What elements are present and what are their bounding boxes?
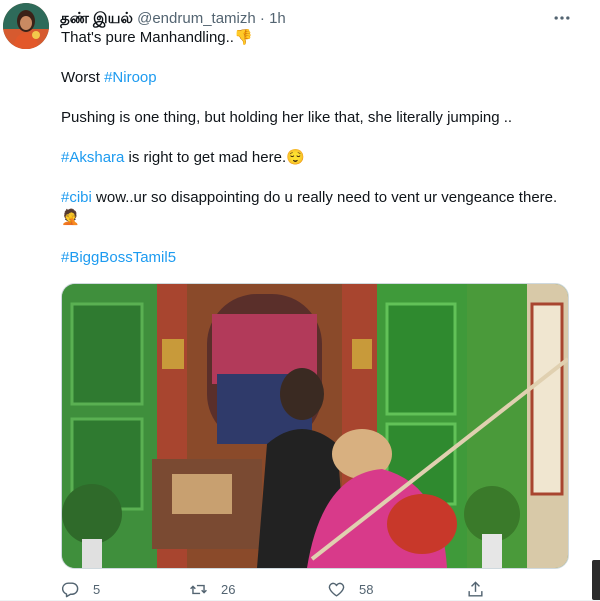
hashtag-niroop[interactable]: #Niroop — [104, 69, 157, 86]
action-bar: 5 26 58 — [61, 578, 581, 600]
text-mad: is right to get mad here. — [124, 149, 287, 166]
thumbs-down-emoji: 👎 — [233, 29, 253, 46]
text-line-1: That's pure Manhandling..👎 — [61, 28, 580, 48]
retweet-button[interactable]: 26 — [189, 578, 235, 600]
reply-button[interactable]: 5 — [61, 578, 100, 600]
text-line-5: #cibi wow..ur so disappointing do u real… — [61, 188, 580, 228]
hashtag-biggbosstamil5[interactable]: #BiggBossTamil5 — [61, 249, 176, 266]
more-icon[interactable] — [552, 8, 572, 28]
like-button[interactable]: 58 — [327, 578, 373, 600]
tweet-media[interactable] — [61, 283, 569, 569]
hashtag-cibi[interactable]: #cibi — [61, 189, 92, 206]
tweet-timestamp[interactable]: 1h — [269, 10, 286, 27]
text-pushing: Pushing is one thing, but holding her li… — [61, 109, 513, 126]
scrollbar[interactable] — [592, 560, 600, 600]
display-name[interactable]: தண் இயல் — [60, 10, 133, 27]
user-handle[interactable]: @endrum_tamizh — [137, 10, 256, 27]
share-icon — [468, 580, 483, 597]
text-disappointing: wow..ur so disappointing do u really nee… — [91, 189, 558, 206]
avatar[interactable] — [3, 3, 49, 49]
retweet-icon — [190, 584, 207, 594]
text-line-4: #Akshara is right to get mad here.😌 — [61, 148, 580, 168]
media-image — [62, 284, 568, 568]
avatar-image — [3, 3, 49, 49]
text-manhandling: That's pure Manhandling.. — [61, 29, 234, 46]
text-line-3: Pushing is one thing, but holding her li… — [61, 108, 580, 128]
text-line-6: #BiggBossTamil5 — [61, 248, 580, 268]
share-button[interactable] — [466, 578, 485, 600]
text-line-2: Worst #Niroop — [61, 68, 580, 88]
reply-icon — [61, 581, 79, 597]
facepalm-emoji: 🤦 — [61, 209, 80, 226]
like-icon — [328, 582, 345, 597]
relieved-emoji: 😌 — [286, 149, 305, 166]
text-worst: Worst — [61, 69, 105, 86]
tweet[interactable]: தண் இயல் @endrum_tamizh · 1h That's pure… — [0, 0, 600, 601]
reply-count: 5 — [93, 581, 101, 597]
like-count: 58 — [359, 581, 374, 597]
tweet-header: தண் இயல் @endrum_tamizh · 1h — [60, 9, 560, 29]
tweet-text: That's pure Manhandling..👎 Worst #Niroop… — [61, 28, 580, 268]
header-separator: · — [259, 10, 265, 27]
retweet-count: 26 — [221, 581, 236, 597]
hashtag-akshara[interactable]: #Akshara — [61, 149, 124, 166]
